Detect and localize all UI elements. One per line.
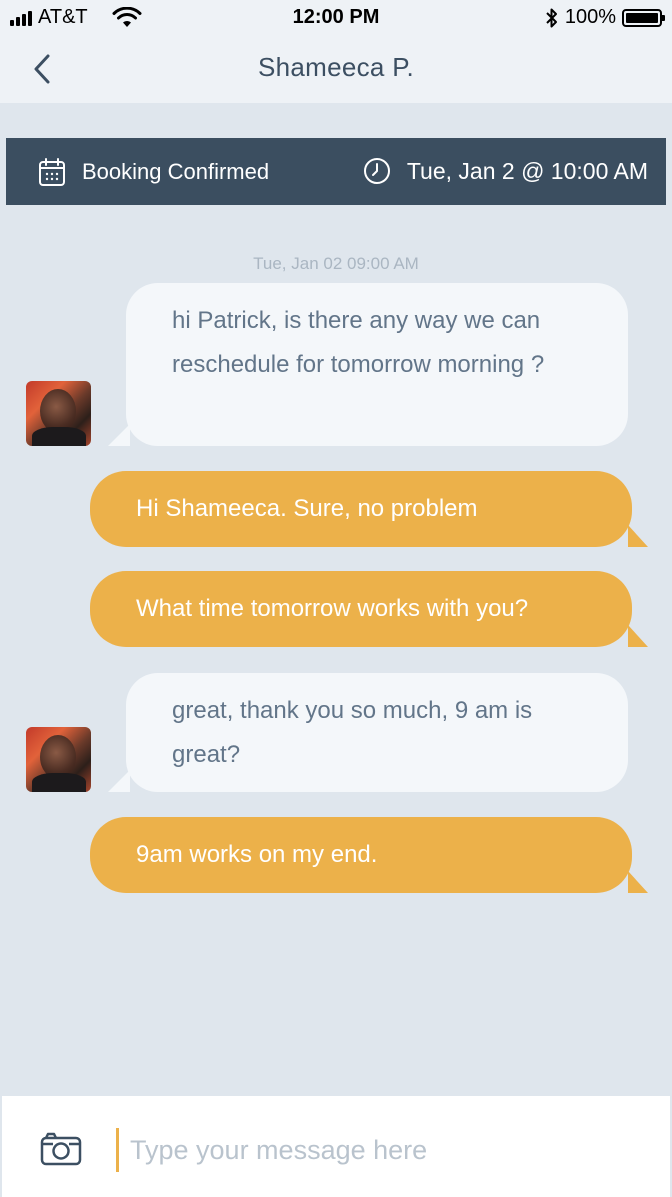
booking-status: Booking Confirmed	[38, 157, 269, 187]
booking-datetime-label: Tue, Jan 2 @ 10:00 AM	[406, 157, 648, 184]
battery-icon	[622, 8, 665, 27]
booking-banner[interactable]: Booking Confirmed Tue, Jan 2 @ 10:00 AM	[6, 138, 666, 205]
message-bubble-outgoing: 9am works on my end.	[90, 817, 648, 893]
message-bubble-incoming: great, thank you so much, 9 am is great?	[108, 673, 628, 792]
avatar[interactable]	[26, 381, 91, 446]
message-text: hi Patrick, is there any way we can resc…	[172, 307, 545, 378]
booking-status-label: Booking Confirmed	[82, 159, 270, 184]
message-bubble-outgoing: What time tomorrow works with you?	[90, 571, 648, 647]
message-text: What time tomorrow works with you?	[136, 595, 529, 622]
message-bubble-outgoing: Hi Shameeca. Sure, no problem	[90, 471, 648, 547]
camera-button[interactable]	[40, 1132, 82, 1168]
message-text: great, thank you so much, 9 am is great?	[172, 697, 533, 768]
message-timestamp: Tue, Jan 02 09:00 AM	[253, 254, 419, 273]
message-text: 9am works on my end.	[136, 841, 378, 868]
nav-bar: Shameeca P.	[0, 36, 672, 103]
bluetooth-icon	[546, 8, 557, 27]
camera-icon	[40, 1132, 82, 1166]
message-bubble-incoming: hi Patrick, is there any way we can resc…	[108, 283, 628, 446]
clock-icon	[363, 158, 390, 184]
battery-percent: 100%	[564, 6, 616, 28]
message-text: Hi Shameeca. Sure, no problem	[136, 495, 478, 522]
message-composer	[2, 1096, 670, 1197]
booking-datetime: Tue, Jan 2 @ 10:00 AM	[363, 157, 648, 185]
page-title: Shameeca P.	[257, 52, 415, 82]
avatar[interactable]	[26, 727, 91, 792]
calendar-icon	[39, 158, 65, 186]
status-bar: AT&T 12:00 PM 100%	[0, 0, 672, 36]
message-input[interactable]	[128, 1126, 652, 1174]
text-caret	[116, 1128, 119, 1172]
status-right: 100%	[545, 6, 665, 29]
